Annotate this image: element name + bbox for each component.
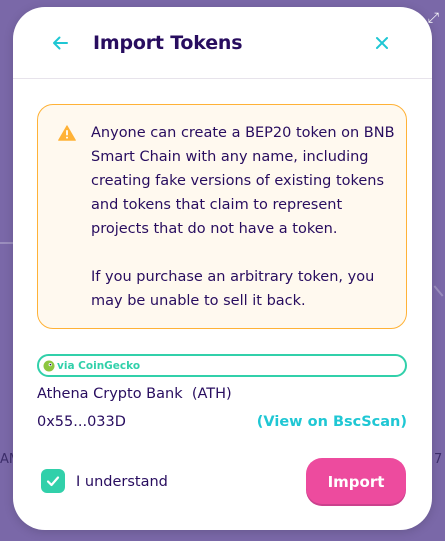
source-label: via CoinGecko <box>57 359 141 372</box>
backdrop-time-label: 7 <box>434 452 443 467</box>
warning-paragraph: If you purchase an arbitrary token, you … <box>91 269 375 309</box>
backdrop-chart-line <box>433 285 444 297</box>
import-tokens-modal: Import Tokens Anyone can create a BEP20 … <box>13 7 432 530</box>
arrow-left-icon <box>53 36 68 50</box>
token-address: 0x55...033D <box>37 414 126 430</box>
close-button[interactable] <box>373 34 391 52</box>
checkmark-icon <box>46 476 60 487</box>
warning-paragraph: Anyone can create a BEP20 token on BNB S… <box>91 125 395 237</box>
token-name: Athena Crypto Bank (ATH) <box>37 386 232 402</box>
page-title: Import Tokens <box>93 32 243 54</box>
understand-checkbox[interactable] <box>41 469 65 493</box>
view-on-bscscan-link[interactable]: (View on BscScan) <box>257 414 407 430</box>
import-button[interactable]: Import <box>306 458 406 506</box>
backdrop-chart-line <box>0 242 13 244</box>
warning-box: Anyone can create a BEP20 token on BNB S… <box>37 104 407 329</box>
warning-icon <box>58 125 76 141</box>
understand-label: I understand <box>76 474 168 490</box>
modal-header: Import Tokens <box>13 7 432 79</box>
source-badge: via CoinGecko <box>37 354 407 377</box>
coingecko-icon <box>43 360 55 371</box>
back-button[interactable] <box>50 33 70 53</box>
close-icon <box>376 37 388 49</box>
warning-text: Anyone can create a BEP20 token on BNB S… <box>91 121 396 313</box>
